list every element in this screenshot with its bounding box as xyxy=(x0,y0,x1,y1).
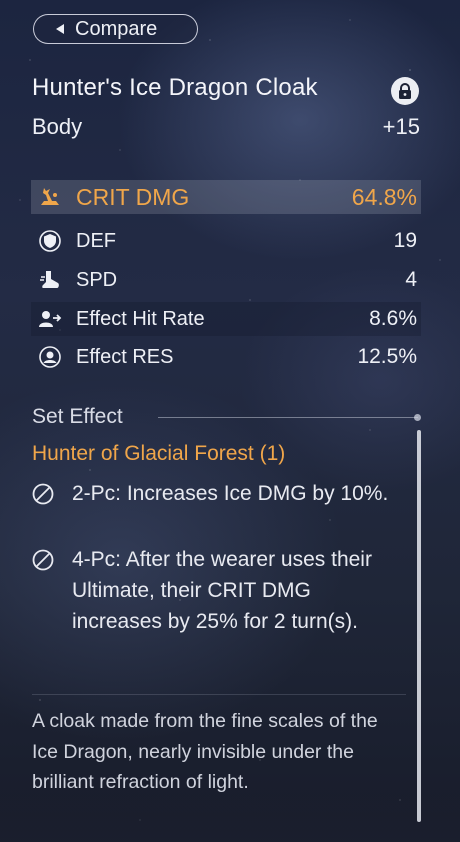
set-effect-divider xyxy=(158,417,418,418)
sub-stat-value: 19 xyxy=(393,229,417,252)
main-stat-row: CRIT DMG 64.8% xyxy=(31,180,421,214)
scrollbar[interactable] xyxy=(417,430,421,822)
set-bonus-2pc: 2-Pc: Increases Ice DMG by 10%. xyxy=(32,478,402,509)
crit-dmg-icon xyxy=(38,185,62,209)
lock-icon[interactable] xyxy=(391,77,419,105)
sub-stat-row: Effect Hit Rate 8.6% xyxy=(31,302,421,336)
bottom-fade xyxy=(0,790,460,842)
set-effect-header: Set Effect xyxy=(32,405,123,428)
back-triangle-icon xyxy=(56,24,64,34)
sub-stat-value: 8.6% xyxy=(369,307,417,330)
relic-name: Hunter's Ice Dragon Cloak xyxy=(32,74,318,101)
relic-level: +15 xyxy=(382,114,420,139)
inactive-icon xyxy=(32,549,54,571)
main-stat-value: 64.8% xyxy=(351,183,417,210)
inactive-icon xyxy=(32,483,54,505)
description-divider xyxy=(32,694,406,695)
boot-icon xyxy=(38,268,62,292)
sub-stat-name: SPD xyxy=(76,268,118,291)
set-name: Hunter of Glacial Forest (1) xyxy=(32,442,286,465)
relic-slot: Body xyxy=(32,114,83,139)
sub-stat-value: 4 xyxy=(405,268,417,291)
compare-button-label: Compare xyxy=(75,17,158,40)
shield-icon xyxy=(38,229,62,253)
compare-button[interactable]: Compare xyxy=(33,14,198,44)
sub-stat-name: DEF xyxy=(76,229,116,252)
sub-stat-name: Effect RES xyxy=(76,345,174,368)
sub-stat-row: Effect RES 12.5% xyxy=(31,340,421,374)
sub-stat-row: DEF 19 xyxy=(31,224,421,258)
set-bonus-4pc: 4-Pc: After the wearer uses their Ultima… xyxy=(32,544,402,637)
effect-hit-rate-icon xyxy=(38,307,62,331)
sub-stat-value: 12.5% xyxy=(357,345,417,368)
divider-end-dot xyxy=(414,414,421,421)
set-bonus-text: 4-Pc: After the wearer uses their Ultima… xyxy=(72,548,372,633)
main-stat-name: CRIT DMG xyxy=(76,183,190,210)
relic-description: A cloak made from the fine scales of the… xyxy=(32,710,378,793)
set-bonus-text: 2-Pc: Increases Ice DMG by 10%. xyxy=(72,482,389,505)
sub-stat-name: Effect Hit Rate xyxy=(76,307,205,330)
effect-res-icon xyxy=(38,345,62,369)
sub-stat-row: SPD 4 xyxy=(31,263,421,297)
